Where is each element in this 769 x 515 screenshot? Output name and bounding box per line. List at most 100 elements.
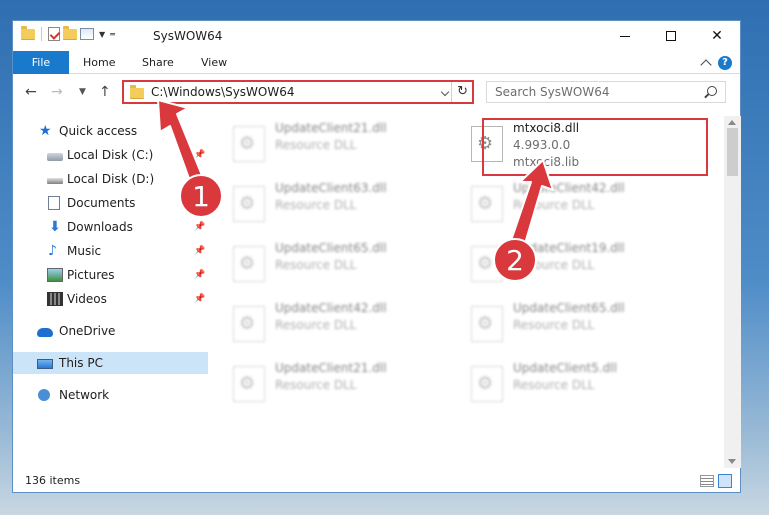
maximize-button[interactable] <box>648 21 694 51</box>
search-icon <box>707 86 717 96</box>
sidebar-item-documents[interactable]: Documents 📌 <box>13 192 208 214</box>
ribbon-controls: ? <box>700 56 732 71</box>
sidebar-item-pictures[interactable]: Pictures 📌 <box>13 264 208 286</box>
scroll-up-icon[interactable] <box>728 120 736 125</box>
sidebar-item-label: Quick access <box>59 124 138 138</box>
explorer-window: ▼ ═ SysWOW64 ✕ File Home Share View ? ← … <box>12 20 741 493</box>
properties-check-icon[interactable] <box>48 27 60 41</box>
sidebar-item-videos[interactable]: Videos 📌 <box>13 288 208 310</box>
tab-share[interactable]: Share <box>142 51 174 74</box>
drive-icon <box>47 152 63 161</box>
forward-button[interactable]: → <box>51 84 63 100</box>
sidebar-item-label: Local Disk (C:) <box>67 148 154 162</box>
file-item[interactable]: UpdateClient19.dll Resource DLL <box>463 238 693 290</box>
quick-access-toolbar: ▼ ═ <box>21 25 115 41</box>
search-placeholder: Search SysWOW64 <box>495 85 610 99</box>
pin-icon[interactable]: 📌 <box>194 150 205 160</box>
close-icon: ✕ <box>711 28 723 44</box>
file-type: Resource DLL <box>275 258 357 272</box>
pictures-icon <box>47 268 63 282</box>
up-button[interactable]: ↑ <box>99 84 111 100</box>
file-name: UpdateClient42.dll <box>275 301 387 315</box>
file-name: UpdateClient65.dll <box>513 301 625 315</box>
file-type: Resource DLL <box>275 138 357 152</box>
tab-file[interactable]: File <box>13 51 69 74</box>
onedrive-icon <box>37 328 53 337</box>
file-type: Resource DLL <box>513 258 595 272</box>
sidebar-item-label: Network <box>59 388 110 402</box>
help-icon[interactable]: ? <box>718 56 732 70</box>
customize-icon[interactable] <box>80 28 94 40</box>
title-bar: ▼ ═ SysWOW64 ✕ <box>13 21 740 51</box>
address-bar[interactable]: C:\Windows\SysWOW64 ↻ <box>122 80 474 104</box>
file-type: Resource DLL <box>513 318 595 332</box>
details-view-icon[interactable] <box>700 475 714 487</box>
file-item[interactable]: UpdateClient21.dll Resource DLL <box>225 358 455 410</box>
tab-home[interactable]: Home <box>83 51 115 74</box>
dll-file-icon <box>233 246 265 282</box>
qat-more-icon[interactable]: ═ <box>110 30 115 39</box>
sidebar-item-quick-access[interactable]: ★ Quick access <box>13 120 208 142</box>
sidebar-item-local-disk-c[interactable]: Local Disk (C:) 📌 <box>13 144 208 166</box>
pin-icon[interactable]: 📌 <box>194 222 205 232</box>
file-item[interactable]: UpdateClient65.dll Resource DLL <box>463 298 693 350</box>
pin-icon[interactable]: 📌 <box>194 246 205 256</box>
close-button[interactable]: ✕ <box>694 21 740 51</box>
search-input[interactable]: Search SysWOW64 <box>486 81 726 103</box>
recent-locations-icon[interactable]: ▼ <box>79 87 86 97</box>
sidebar-item-this-pc[interactable]: This PC <box>13 352 208 374</box>
address-separator <box>451 82 452 102</box>
navigation-bar: ← → ▼ ↑ C:\Windows\SysWOW64 ↻ Search Sys… <box>13 75 740 111</box>
address-path[interactable]: C:\Windows\SysWOW64 <box>151 85 295 99</box>
refresh-icon[interactable]: ↻ <box>457 84 468 99</box>
folder-icon <box>21 25 35 40</box>
pin-icon[interactable]: 📌 <box>194 294 205 304</box>
sidebar-item-label: Local Disk (D:) <box>67 172 155 186</box>
minimize-button[interactable] <box>602 21 648 51</box>
scroll-down-icon[interactable] <box>728 459 736 464</box>
this-pc-icon <box>37 358 53 369</box>
large-icons-view-icon[interactable] <box>718 474 732 488</box>
file-item[interactable]: UpdateClient42.dll Resource DLL <box>463 178 693 230</box>
item-count: 136 items <box>25 474 81 487</box>
vertical-scrollbar[interactable] <box>724 116 741 468</box>
ribbon: File Home Share View ? <box>13 51 740 74</box>
pin-icon[interactable]: 📌 <box>194 270 205 280</box>
minimize-icon <box>620 35 630 37</box>
sidebar-item-label: Videos <box>67 292 107 306</box>
highlight-box <box>482 118 708 176</box>
sidebar-item-local-disk-d[interactable]: Local Disk (D:) <box>13 168 208 190</box>
sidebar-item-label: Pictures <box>67 268 115 282</box>
window-title: SysWOW64 <box>153 29 223 43</box>
file-name: UpdateClient65.dll <box>275 241 387 255</box>
pin-icon[interactable]: 📌 <box>194 198 205 208</box>
file-name: UpdateClient21.dll <box>275 361 387 375</box>
sidebar-item-network[interactable]: Network <box>13 384 208 406</box>
file-type: Resource DLL <box>275 378 357 392</box>
file-item[interactable]: UpdateClient42.dll Resource DLL <box>225 298 455 350</box>
sidebar-item-music[interactable]: ♪ Music 📌 <box>13 240 208 262</box>
dll-file-icon <box>233 306 265 342</box>
navigation-pane: ★ Quick access Local Disk (C:) 📌 Local D… <box>13 116 208 461</box>
file-item[interactable]: UpdateClient65.dll Resource DLL <box>225 238 455 290</box>
address-dropdown-icon[interactable] <box>440 87 450 97</box>
downloads-icon: ⬇ <box>49 219 61 235</box>
sidebar-item-label: Music <box>67 244 102 258</box>
new-folder-icon[interactable] <box>63 25 77 40</box>
file-item[interactable]: UpdateClient5.dll Resource DLL <box>463 358 693 410</box>
sidebar-item-downloads[interactable]: ⬇ Downloads 📌 <box>13 216 208 238</box>
file-name: UpdateClient63.dll <box>275 181 387 195</box>
folder-icon <box>130 85 144 99</box>
file-name: UpdateClient21.dll <box>275 121 387 135</box>
sidebar-item-onedrive[interactable]: OneDrive <box>13 320 208 342</box>
file-item[interactable]: UpdateClient63.dll Resource DLL <box>225 178 455 230</box>
maximize-icon <box>666 31 676 41</box>
dll-file-icon <box>471 186 503 222</box>
file-type: Resource DLL <box>513 378 595 392</box>
qat-dropdown-icon[interactable]: ▼ <box>99 30 105 39</box>
back-button[interactable]: ← <box>25 84 37 100</box>
scrollbar-thumb[interactable] <box>727 128 738 176</box>
tab-view[interactable]: View <box>201 51 227 74</box>
file-item[interactable]: UpdateClient21.dll Resource DLL <box>225 118 455 170</box>
chevron-down-icon[interactable] <box>700 59 712 71</box>
